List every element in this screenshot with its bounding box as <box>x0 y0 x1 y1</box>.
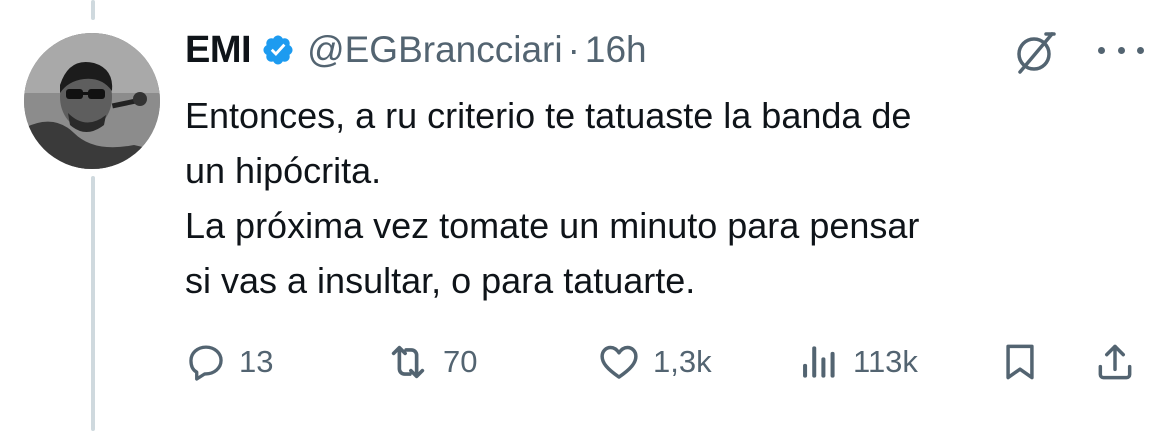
like-icon <box>600 345 638 379</box>
more-icon[interactable] <box>1098 30 1144 70</box>
repost-icon <box>391 345 425 379</box>
thread-line-top <box>91 0 95 20</box>
reply-button[interactable]: 13 <box>185 336 273 388</box>
more-dot <box>1137 46 1144 54</box>
repost-button[interactable]: 70 <box>385 336 477 388</box>
bookmark-button[interactable] <box>998 336 1042 388</box>
separator-dot: · <box>567 29 580 70</box>
reply-count: 13 <box>239 344 274 379</box>
thread-line <box>91 176 95 431</box>
author-name[interactable]: EMI <box>185 29 252 72</box>
tweet-text: Entonces, a ru criterio te tatuaste la b… <box>185 88 1145 308</box>
like-count: 1,3k <box>653 344 712 379</box>
views-button[interactable]: 113k <box>797 336 918 388</box>
more-dot <box>1117 46 1125 54</box>
tweet-header: EMI @EGBrancciari · 16h <box>185 22 647 78</box>
grok-icon[interactable] <box>1010 28 1060 78</box>
timestamp[interactable]: 16h <box>585 29 647 71</box>
avatar[interactable] <box>24 33 160 169</box>
share-icon <box>1098 344 1132 380</box>
tweet-line: Entonces, a ru criterio te tatuaste la b… <box>185 95 912 136</box>
action-bar: 13 70 1,3k 113k <box>185 336 1145 388</box>
repost-count: 70 <box>443 344 478 379</box>
bookmark-icon <box>1006 344 1034 380</box>
verified-badge-icon <box>261 33 295 67</box>
reply-icon <box>189 345 223 381</box>
like-button[interactable]: 1,3k <box>597 336 712 388</box>
author-handle[interactable]: @EGBrancciari <box>307 29 563 71</box>
tweet-line: si vas a insultar, o para tatuarte. <box>185 260 696 301</box>
views-count: 113k <box>853 344 918 379</box>
tweet-line: un hipócrita. <box>185 150 382 191</box>
tweet-line: La próxima vez tomate un minuto para pen… <box>185 205 920 246</box>
more-dot <box>1098 46 1105 54</box>
views-icon <box>803 346 835 378</box>
share-button[interactable] <box>1093 336 1137 388</box>
